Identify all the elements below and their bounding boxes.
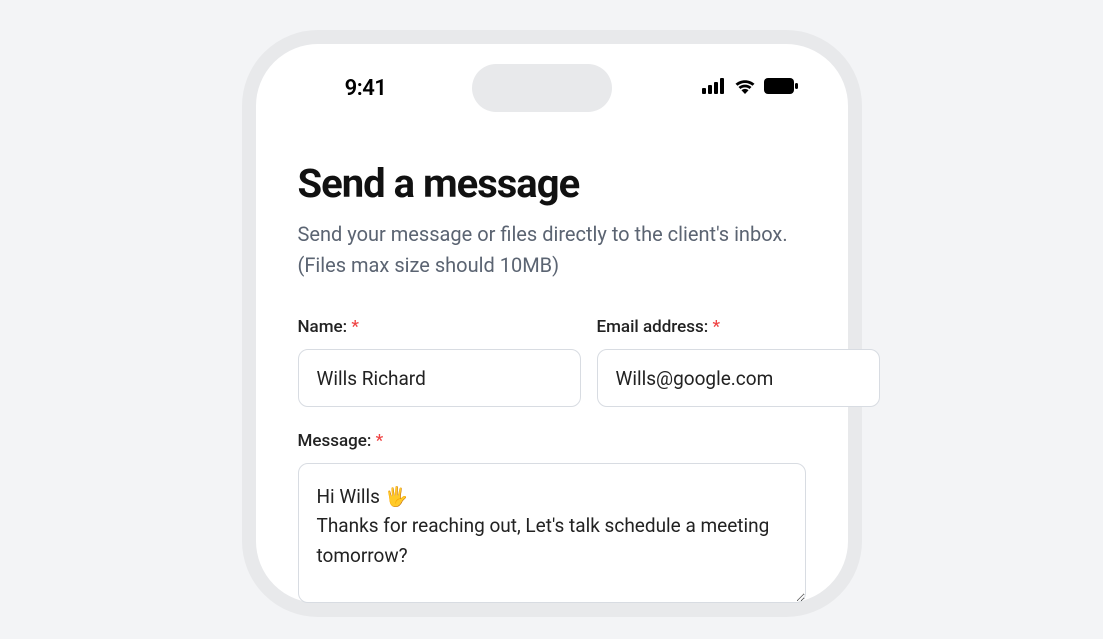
- email-input[interactable]: [597, 349, 880, 407]
- message-textarea[interactable]: Hi Wills 🖐 Thanks for reaching out, Let'…: [298, 463, 806, 603]
- status-bar: 9:41: [298, 64, 806, 112]
- email-field-group: Email address: *: [597, 317, 880, 407]
- email-label: Email address: *: [597, 317, 880, 337]
- required-indicator: *: [351, 317, 359, 337]
- cellular-icon: [702, 78, 726, 98]
- required-indicator: *: [376, 431, 384, 451]
- message-field-group: Message: * Hi Wills 🖐 Thanks for reachin…: [298, 431, 806, 603]
- name-label: Name: *: [298, 317, 581, 337]
- name-input[interactable]: [298, 349, 581, 407]
- dynamic-island: [472, 64, 612, 112]
- page-subtitle: Send your message or files directly to t…: [298, 219, 806, 281]
- required-indicator: *: [712, 317, 720, 337]
- page-title: Send a message: [298, 160, 806, 207]
- name-field-group: Name: *: [298, 317, 581, 407]
- message-label: Message: *: [298, 431, 806, 451]
- status-time: 9:41: [306, 76, 426, 101]
- phone-frame: 9:41: [242, 30, 862, 617]
- battery-icon: [764, 78, 798, 98]
- wifi-icon: [734, 78, 756, 98]
- status-icons: [658, 78, 798, 98]
